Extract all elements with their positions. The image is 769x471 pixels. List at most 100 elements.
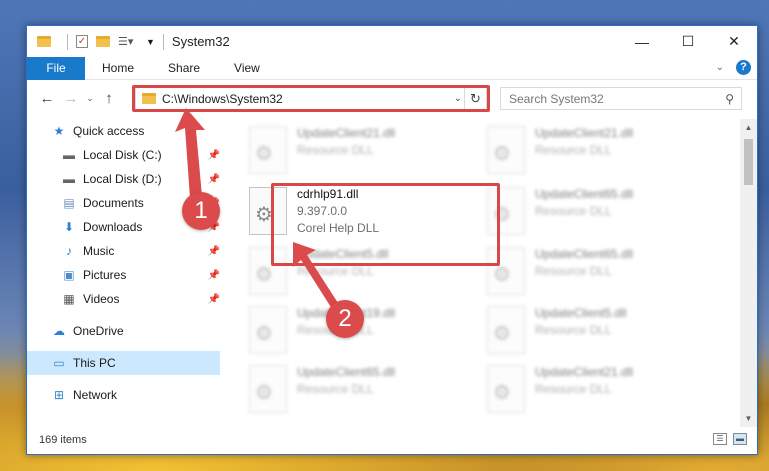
drive-icon: ▬ <box>63 148 75 162</box>
search-icon[interactable]: ⚲ <box>725 92 734 106</box>
file-description: Resource DLL <box>535 143 612 157</box>
maximize-button[interactable]: ☐ <box>665 26 711 57</box>
search-placeholder: Search System32 <box>509 91 604 106</box>
sidebar-item-label: Local Disk (D:) <box>83 172 162 186</box>
sidebar-item-local-disk-d[interactable]: ▬ Local Disk (D:) 📌 <box>27 167 220 191</box>
file-name: UpdateClient21.dll <box>535 126 634 140</box>
network-icon: ⊞ <box>53 388 65 402</box>
sidebar-item-pictures[interactable]: ▣ Pictures 📌 <box>27 263 220 287</box>
sidebar-item-label: Documents <box>83 196 144 210</box>
help-icon[interactable]: ? <box>736 60 751 75</box>
pin-icon[interactable]: 📌 <box>208 174 220 185</box>
file-name: UpdateClient21.dll <box>535 365 634 379</box>
navigation-pane: ★ Quick access ▬ Local Disk (C:) 📌 ▬ Loc… <box>27 119 220 427</box>
step-badge-2: 2 <box>326 300 364 338</box>
file-name: UpdateClient21.dll <box>297 126 396 140</box>
expand-ribbon-icon[interactable]: ⌄ <box>716 62 724 73</box>
star-icon: ★ <box>53 124 65 138</box>
details-view-icon[interactable]: ☰ <box>713 433 727 445</box>
dll-file-icon: ⚙ <box>249 365 287 413</box>
scroll-down-icon[interactable]: ▼ <box>740 410 757 427</box>
back-arrow-icon[interactable]: ← <box>35 90 59 107</box>
list-item[interactable]: ⚙ UpdateClient65.dll Resource DLL <box>249 362 477 418</box>
forward-arrow-icon[interactable]: → <box>59 90 83 107</box>
documents-icon: ▤ <box>63 196 75 210</box>
address-toolbar: ← → ⌄ ↑ C:\Windows\System32 ⌄ ↻ Search S… <box>27 80 757 117</box>
item-count: 169 items <box>39 434 87 446</box>
sidebar-item-videos[interactable]: ▦ Videos 📌 <box>27 287 220 311</box>
sidebar-item-this-pc[interactable]: ▭ This PC <box>27 351 220 375</box>
music-icon: ♪ <box>66 244 72 258</box>
scroll-up-icon[interactable]: ▲ <box>740 119 757 136</box>
window-controls: — ☐ ✕ <box>619 26 757 57</box>
videos-icon: ▦ <box>63 292 75 306</box>
explorer-window: ✓ ☰▾ ▼ System32 — ☐ ✕ File Home Share Vi… <box>26 25 758 455</box>
pictures-icon: ▣ <box>63 268 75 282</box>
large-icons-view-icon[interactable]: ▬ <box>733 433 747 445</box>
dll-file-icon: ⚙ <box>249 306 287 354</box>
dll-file-icon: ⚙ <box>487 365 525 413</box>
window-title: System32 <box>171 34 230 49</box>
list-item[interactable]: ⚙ UpdateClient21.dll Resource DLL <box>487 123 715 179</box>
file-name: UpdateClient5.dll <box>535 306 627 320</box>
file-description: Resource DLL <box>297 143 374 157</box>
divider <box>67 33 68 50</box>
pin-icon[interactable]: 📌 <box>208 294 220 305</box>
sidebar-item-label: Music <box>83 244 115 258</box>
file-description: Resource DLL <box>535 382 612 396</box>
tab-home[interactable]: Home <box>85 61 151 75</box>
file-description: Resource DLL <box>535 264 612 278</box>
dll-file-icon: ⚙ <box>249 126 287 174</box>
download-icon: ⬇ <box>63 220 75 234</box>
tab-share[interactable]: Share <box>151 61 217 75</box>
list-item[interactable]: ⚙ UpdateClient21.dll Resource DLL <box>487 362 715 418</box>
customize-icon[interactable]: ☰▾ <box>118 35 133 49</box>
close-button[interactable]: ✕ <box>711 26 757 57</box>
sidebar-item-quick-access[interactable]: ★ Quick access <box>27 119 220 143</box>
sidebar-item-music[interactable]: ♪ Music 📌 <box>27 239 220 263</box>
minimize-button[interactable]: — <box>619 26 665 57</box>
sidebar-item-label: Videos <box>83 292 120 306</box>
scrollbar-thumb[interactable] <box>744 139 753 185</box>
file-name: UpdateClient65.dll <box>535 247 634 261</box>
file-list: ⚙ UpdateClient21.dll Resource DLL ⚙ Updat… <box>233 119 737 427</box>
properties-icon[interactable]: ✓ <box>76 35 88 48</box>
file-description: Resource DLL <box>297 382 374 396</box>
sidebar-item-label: Pictures <box>83 268 127 282</box>
file-description: Resource DLL <box>535 204 612 218</box>
new-folder-icon[interactable] <box>96 36 110 47</box>
sidebar-item-local-disk-c[interactable]: ▬ Local Disk (C:) 📌 <box>27 143 220 167</box>
sidebar-item-onedrive[interactable]: ☁ OneDrive <box>27 319 220 343</box>
up-arrow-icon[interactable]: ↑ <box>97 90 121 107</box>
list-item[interactable]: ⚙ UpdateClient5.dll Resource DLL <box>487 303 715 359</box>
sidebar-item-label: Network <box>73 388 118 402</box>
tab-file[interactable]: File <box>27 56 85 80</box>
vertical-scrollbar[interactable]: ▲ ▼ <box>740 119 757 427</box>
tab-view[interactable]: View <box>217 61 277 75</box>
drive-icon: ▬ <box>63 172 75 186</box>
sidebar-item-label: Downloads <box>83 220 143 234</box>
view-toggle: ☰ ▬ <box>713 433 747 445</box>
pin-icon[interactable]: 📌 <box>208 270 220 281</box>
list-item[interactable]: ⚙ UpdateClient65.dll Resource DLL <box>487 244 715 300</box>
chevron-down-icon[interactable]: ▼ <box>146 37 155 47</box>
pin-icon[interactable]: 📌 <box>208 246 220 257</box>
computer-icon: ▭ <box>53 356 65 370</box>
list-item[interactable]: ⚙ UpdateClient65.dll Resource DLL <box>487 184 715 240</box>
divider <box>162 33 164 50</box>
file-highlight-box <box>271 183 500 266</box>
ribbon-controls: ⌄ ? <box>716 60 751 75</box>
dll-file-icon: ⚙ <box>487 306 525 354</box>
ribbon: File Home Share View ⌄ ? <box>27 56 757 80</box>
pin-icon[interactable]: 📌 <box>208 150 220 161</box>
sidebar-item-label: This PC <box>73 356 116 370</box>
list-item[interactable]: ⚙ UpdateClient19.dllResource DLL <box>249 303 477 359</box>
recent-locations-icon[interactable]: ⌄ <box>83 93 97 104</box>
folder-icon <box>37 36 51 47</box>
status-bar: 169 items ☰ ▬ <box>27 426 757 454</box>
sidebar-item-network[interactable]: ⊞ Network <box>27 383 220 407</box>
sidebar-item-label: OneDrive <box>73 324 124 338</box>
dll-file-icon: ⚙ <box>487 126 525 174</box>
list-item[interactable]: ⚙ UpdateClient21.dll Resource DLL <box>249 123 477 179</box>
search-input[interactable]: Search System32 ⚲ <box>500 87 742 110</box>
